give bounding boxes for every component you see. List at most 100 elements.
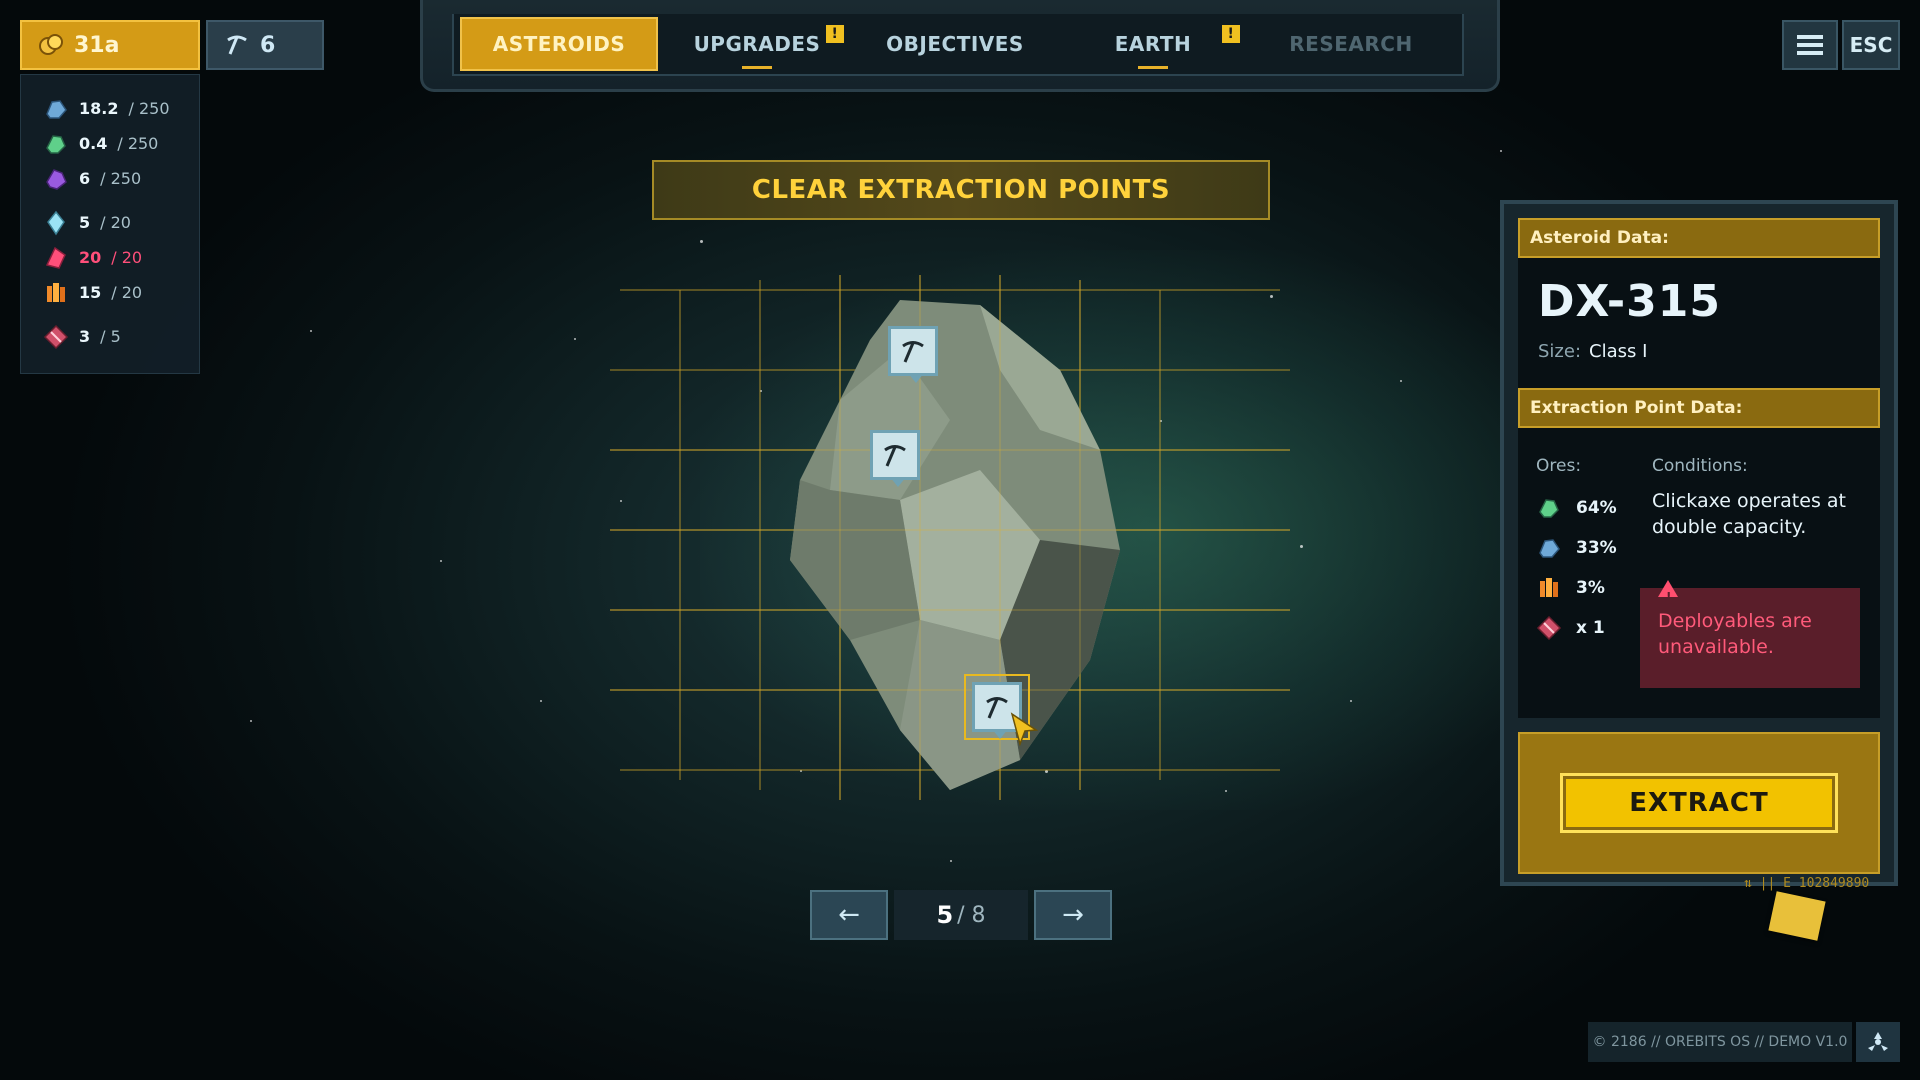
esc-button[interactable]: ESC [1842, 20, 1900, 70]
warning-icon: ! [1658, 580, 1678, 604]
resource-value: 3 [79, 327, 91, 346]
star [440, 560, 442, 562]
pickaxe-icon [902, 341, 924, 363]
main-tab-bar: ASTEROIDS UPGRADES! OBJECTIVES EARTH! RE… [452, 14, 1464, 76]
conditions-label: Conditions: [1652, 456, 1748, 476]
resource-value: 0.4 [79, 134, 108, 153]
picks-value: 6 [260, 32, 276, 58]
pink-crystal-icon [45, 246, 66, 269]
ice-crystal-icon [47, 210, 65, 235]
tab-upgrades[interactable]: UPGRADES! [658, 17, 856, 71]
next-button[interactable]: → [1034, 890, 1112, 940]
asteroid-data-header: Asteroid Data: [1518, 218, 1880, 258]
warning-text: Deployables are unavailable. [1658, 610, 1812, 658]
tab-underline [742, 66, 772, 69]
prev-button[interactable]: ← [810, 890, 888, 940]
sticky-note[interactable] [1768, 891, 1826, 941]
tab-label: EARTH [1114, 32, 1192, 56]
star [1350, 700, 1352, 702]
objective-banner: CLEAR EXTRACTION POINTS [652, 160, 1270, 220]
extraction-point[interactable] [870, 430, 920, 487]
asteroid-size: Size: Class I [1538, 341, 1880, 362]
tab-objectives[interactable]: OBJECTIVES [856, 17, 1054, 71]
asteroid-name: DX-315 [1538, 276, 1721, 327]
resource-value: 6 [79, 169, 91, 188]
radiation-button[interactable] [1856, 1022, 1900, 1062]
resource-max: / 20 [100, 213, 131, 232]
resource-row: 18.2 / 250 [43, 91, 199, 126]
ore-row: x 1 [1536, 608, 1652, 648]
blue-ore-icon [1539, 539, 1560, 558]
warning-box: ! Deployables are unavailable. [1640, 580, 1860, 688]
credits-icon [39, 34, 63, 55]
arrow-right-icon: → [1062, 900, 1084, 930]
pickaxe-icon [227, 35, 247, 55]
panel-serial: ⇅ || E 102849890 [1744, 876, 1870, 891]
resource-max: / 20 [111, 248, 143, 267]
asteroid-pager: ← 5/ 8 → [810, 890, 1112, 940]
resource-max: / 250 [117, 134, 159, 153]
star [700, 240, 703, 243]
extraction-info: Ores: 64% 33% 3% x 1 Conditions: Clickax… [1518, 428, 1880, 718]
credits-value: 31a [74, 32, 120, 58]
star [1400, 380, 1402, 382]
blue-ore-icon [46, 99, 67, 119]
ores-column: Ores: 64% 33% 3% x 1 [1536, 456, 1652, 718]
banner-text: CLEAR EXTRACTION POINTS [751, 175, 1171, 205]
star [1500, 150, 1502, 152]
resource-value: 15 [79, 283, 102, 302]
star [574, 338, 576, 340]
resource-max: / 250 [100, 169, 142, 188]
extraction-data-header: Extraction Point Data: [1518, 388, 1880, 428]
picks-counter: 6 [206, 20, 324, 70]
resource-value: 5 [79, 213, 91, 232]
tab-label: ASTEROIDS [492, 32, 626, 56]
tab-label: OBJECTIVES [886, 32, 1024, 56]
extract-button[interactable]: EXTRACT [1560, 773, 1838, 833]
resource-panel: 18.2 / 250 0.4 / 250 6 / 250 5 / 20 20 / 20 1… [20, 74, 200, 374]
green-ore-icon [46, 134, 66, 154]
resource-max: / 250 [128, 99, 170, 118]
tab-label: RESEARCH [1289, 32, 1413, 56]
alert-badge: ! [1222, 25, 1240, 43]
tab-research[interactable]: RESEARCH [1252, 17, 1450, 71]
esc-label: ESC [1849, 33, 1893, 57]
page-total: / 8 [957, 902, 986, 928]
star [1300, 545, 1303, 548]
purple-ore-icon [46, 168, 67, 190]
arrow-left-icon: ← [838, 900, 860, 930]
resource-value: 18.2 [79, 99, 119, 118]
page-indicator: 5/ 8 [894, 890, 1028, 940]
hamburger-icon [1797, 35, 1823, 55]
ore-row: 33% [1536, 528, 1652, 568]
alert-badge: ! [826, 25, 844, 43]
resource-row: 3 / 5 [43, 319, 199, 354]
tab-asteroids[interactable]: ASTEROIDS [460, 17, 658, 71]
resource-row: 6 / 250 [43, 161, 199, 196]
page-current: 5 [936, 901, 954, 929]
ore-count: x 1 [1576, 618, 1605, 638]
ore-percent: 3% [1576, 578, 1605, 598]
orange-crystal-icon [47, 282, 65, 302]
extract-zone: EXTRACT [1518, 732, 1880, 874]
extraction-point[interactable] [888, 326, 938, 383]
tab-earth[interactable]: EARTH! [1054, 17, 1252, 71]
extract-label: EXTRACT [1629, 788, 1769, 818]
resource-max: / 20 [111, 283, 143, 302]
ores-label: Ores: [1536, 456, 1582, 476]
radiation-icon [1868, 1032, 1888, 1051]
cursor-icon [1010, 712, 1038, 746]
condition-text: Clickaxe operates at double capacity. [1652, 490, 1846, 538]
footer-version: © 2186 // OREBITS OS // DEMO V1.0 [1588, 1022, 1852, 1062]
pickaxe-icon [884, 445, 906, 467]
menu-button[interactable] [1782, 20, 1838, 70]
ore-row: 64% [1536, 488, 1652, 528]
resource-row: 15 / 20 [43, 275, 199, 310]
star [250, 720, 252, 722]
star [540, 700, 542, 702]
deployable-crate-icon [43, 324, 69, 349]
asteroid-grid [610, 275, 1290, 800]
credits-counter: 31a [20, 20, 200, 70]
size-value: Class I [1589, 341, 1648, 362]
tab-underline [1138, 66, 1168, 69]
